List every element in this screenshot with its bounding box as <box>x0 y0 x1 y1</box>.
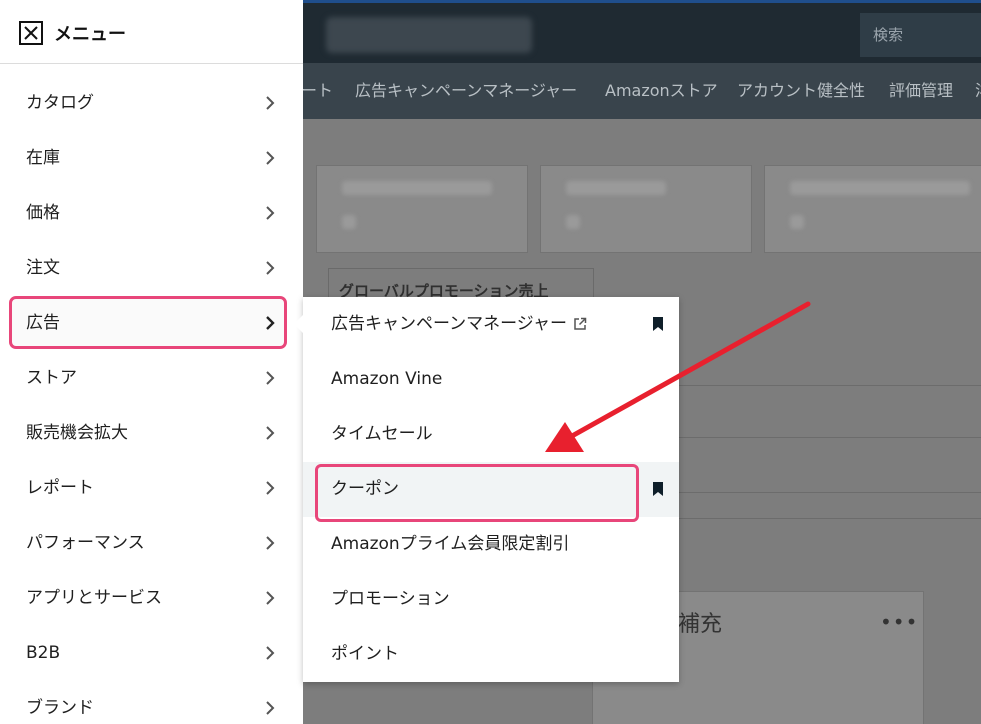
chevron-right-icon <box>266 151 275 165</box>
submenu-item-label: Amazonプライム会員限定割引 <box>331 534 570 554</box>
nav-item-amazon-store[interactable]: Amazonストア <box>605 63 718 119</box>
menu-item-inventory[interactable]: 在庫 <box>0 131 303 186</box>
metric-card <box>764 165 981 253</box>
menu-item-label: 在庫 <box>26 148 60 168</box>
nav-item-feedback[interactable]: 評価管理 <box>889 63 953 119</box>
submenu-item-label: タイムセール <box>331 424 433 444</box>
blurred-store-name <box>326 17 532 53</box>
menu-item-performance[interactable]: パフォーマンス <box>0 516 303 571</box>
nav-item-more[interactable]: 洋 <box>975 63 981 119</box>
menu-item-brands[interactable]: ブランド <box>0 681 303 724</box>
chevron-right-icon <box>266 701 275 715</box>
submenu-item-ad-campaign-manager[interactable]: 広告キャンペーンマネージャー <box>303 297 679 352</box>
menu-item-b2b[interactable]: B2B <box>0 626 303 681</box>
submenu-item-label: クーポン <box>331 479 399 499</box>
submenu-item-label: Amazon Vine <box>331 369 443 389</box>
metric-card <box>540 165 752 253</box>
submenu-item-lightning-deals[interactable]: タイムセール <box>303 407 679 462</box>
submenu-item-label: ポイント <box>331 644 399 664</box>
menu-item-label: レポート <box>26 478 94 498</box>
replenish-panel-title: 補充 <box>678 612 723 637</box>
menu-item-reports[interactable]: レポート <box>0 461 303 516</box>
chevron-right-icon <box>266 96 275 110</box>
chevron-right-icon <box>266 316 275 330</box>
menu-title: メニュー <box>54 24 126 45</box>
menu-item-label: ストア <box>26 368 77 388</box>
menu-item-orders[interactable]: 注文 <box>0 241 303 296</box>
menu-item-label: 広告 <box>26 313 60 333</box>
submenu-item-amazon-vine[interactable]: Amazon Vine <box>303 352 679 407</box>
menu-item-apps-services[interactable]: アプリとサービス <box>0 571 303 626</box>
nav-item-ad-campaign-manager[interactable]: 広告キャンペーンマネージャー <box>355 63 577 119</box>
chevron-right-icon <box>266 261 275 275</box>
menu-item-stores[interactable]: ストア <box>0 351 303 406</box>
navigation-menu: メニュー カタログ 在庫 価格 注文 広告 ストア 販売機会拡大 レポート パフ… <box>0 0 303 724</box>
menu-item-label: ブランド <box>26 698 94 718</box>
nav-item-account-health[interactable]: アカウント健全性 <box>737 63 865 119</box>
menu-item-advertising[interactable]: 広告 <box>0 296 303 351</box>
menu-item-label: パフォーマンス <box>26 533 145 553</box>
chevron-right-icon <box>266 426 275 440</box>
menu-item-label: アプリとサービス <box>26 588 162 608</box>
nav-item-report[interactable]: ート <box>301 63 333 119</box>
search-input[interactable]: 検索 <box>860 13 981 57</box>
chevron-right-icon <box>266 591 275 605</box>
bookmark-icon[interactable] <box>652 317 664 331</box>
menu-item-label: 販売機会拡大 <box>26 423 128 443</box>
submenu-caret <box>294 315 303 333</box>
chevron-right-icon <box>266 481 275 495</box>
menu-item-label: 注文 <box>26 258 60 278</box>
menu-item-pricing[interactable]: 価格 <box>0 186 303 241</box>
menu-item-catalog[interactable]: カタログ <box>0 76 303 131</box>
chevron-right-icon <box>266 206 275 220</box>
metric-card <box>316 165 528 253</box>
menu-header: メニュー <box>0 0 303 64</box>
submenu-item-coupons[interactable]: クーポン <box>303 462 679 522</box>
submenu-item-label: プロモーション <box>331 589 450 609</box>
submenu-item-prime-exclusive-discounts[interactable]: Amazonプライム会員限定割引 <box>303 517 679 572</box>
submenu-item-points[interactable]: ポイント <box>303 627 679 682</box>
more-options-icon[interactable]: ••• <box>880 610 918 634</box>
chevron-right-icon <box>266 371 275 385</box>
menu-item-label: B2B <box>26 643 61 663</box>
menu-item-label: カタログ <box>26 93 94 113</box>
menu-item-growth[interactable]: 販売機会拡大 <box>0 406 303 461</box>
bookmark-icon[interactable] <box>652 482 664 496</box>
chevron-right-icon <box>266 536 275 550</box>
external-link-icon <box>574 317 587 330</box>
submenu-item-promotions[interactable]: プロモーション <box>303 572 679 627</box>
advertising-submenu: 広告キャンペーンマネージャー Amazon Vine タイムセール クーポン A… <box>294 297 679 682</box>
submenu-item-label: 広告キャンペーンマネージャー <box>331 314 567 334</box>
chevron-right-icon <box>266 646 275 660</box>
close-icon[interactable] <box>19 21 43 45</box>
menu-item-label: 価格 <box>26 203 60 223</box>
